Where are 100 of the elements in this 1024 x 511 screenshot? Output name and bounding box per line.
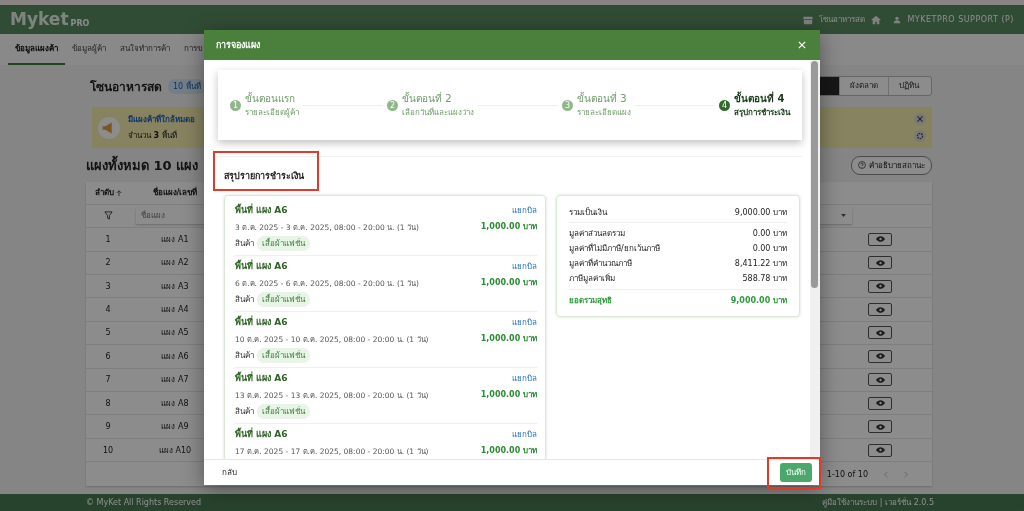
sort-arrow-icon[interactable]	[115, 189, 122, 196]
step-subtitle: สรุปการชำระเงิน	[734, 107, 790, 119]
back-button[interactable]: กลับ	[222, 466, 237, 479]
save-button[interactable]: บันทึก	[780, 463, 812, 482]
view-button[interactable]	[868, 303, 892, 317]
booking-title: พื้นที่ แผง A6	[235, 315, 288, 329]
logo-subtext: PRO	[70, 20, 90, 28]
view-button[interactable]	[868, 349, 892, 363]
step-subtitle: รายละเอียดผู้ค้า	[245, 107, 299, 119]
step-number: 1	[230, 99, 241, 111]
view-button[interactable]	[868, 396, 892, 410]
summary-label: มูลค่าส่วนลดรวม	[569, 228, 625, 240]
store-icon[interactable]	[803, 14, 814, 25]
split-bill-link[interactable]: แยกบิล	[512, 371, 537, 385]
count-badge: 10 พื้นที่	[168, 78, 206, 94]
summary-label: มูลค่าที่ไม่มีภาษี/ยกเว้นภาษี	[569, 242, 660, 255]
booking-price: 1,000.00 บาท	[480, 277, 537, 289]
alert-title: มีแผงค้าที่ใกล้หมดอ	[128, 113, 195, 126]
eye-icon	[875, 329, 885, 336]
table-cell-text: แผง A4	[160, 304, 190, 317]
table-cell-text: แผง A5	[160, 327, 190, 340]
nav-tab[interactable]: ข้อมูลแผงค้า	[8, 34, 65, 65]
split-bill-link[interactable]: แยกบิล	[512, 427, 537, 441]
eye-icon	[875, 283, 885, 290]
alert-text: จำนวน 3 พื้นที่	[128, 129, 178, 142]
user-icon	[893, 15, 902, 24]
summary-label: มูลค่าที่คำนวณภาษี	[569, 257, 632, 270]
eye-icon	[875, 400, 885, 407]
booking-price: 1,000.00 บาท	[480, 445, 537, 457]
product-tag: เสื้อผ้าแฟชั่น	[257, 348, 310, 363]
table-cell-text: 1	[104, 234, 112, 244]
highlight-frame	[767, 457, 821, 489]
table-cell-text: 5	[104, 328, 112, 338]
booking-price: 1,000.00 บาท	[480, 389, 537, 401]
step-number: 4	[719, 99, 730, 111]
split-bill-link[interactable]: แยกบิล	[512, 203, 537, 217]
view-button[interactable]	[868, 373, 892, 387]
table-cell-text: แผง A7	[160, 374, 190, 387]
view-toggle-button[interactable]: ผังตลาด	[839, 77, 888, 95]
table-cell-text: 7	[104, 375, 112, 385]
filter-icon[interactable]	[103, 211, 113, 221]
user-menu[interactable]: MYKETPRO SUPPORT (P)	[907, 15, 1014, 24]
step-title: ขั้นตอนแรก	[245, 91, 296, 106]
pagination-range: 1-10 of 10	[826, 469, 868, 479]
product-label: สินค้า	[235, 238, 254, 250]
table-cell-text: แผง A6	[160, 350, 190, 363]
split-bill-link[interactable]: แยกบิล	[512, 259, 537, 273]
summary-label: รวมเป็นเงิน	[569, 206, 607, 219]
view-button[interactable]	[868, 443, 892, 457]
scrollbar-thumb[interactable]	[811, 61, 818, 288]
eye-icon	[875, 353, 885, 360]
split-bill-link[interactable]: แยกบิล	[512, 315, 537, 329]
section-title: สรุปรายการชำระเงิน	[224, 170, 304, 183]
eye-icon	[875, 259, 885, 266]
summary-value: 8,411.22 บาท	[734, 258, 787, 270]
home-icon[interactable]	[871, 14, 882, 25]
product-tag: เสื้อผ้าแฟชั่น	[257, 404, 310, 419]
product-tag: เสื้อผ้าแฟชั่น	[257, 292, 310, 307]
eye-icon	[875, 423, 885, 430]
column-header[interactable]: ลำดับ	[86, 186, 130, 200]
zone-link[interactable]: โซนอาหารสด	[819, 13, 866, 26]
view-button[interactable]	[868, 232, 892, 246]
product-label: สินค้า	[235, 294, 254, 306]
table-cell-text: 6	[104, 351, 112, 361]
view-toggle-button[interactable]: ปฏิทิน	[888, 77, 931, 95]
booking-title: พื้นที่ แผง A6	[235, 371, 288, 385]
summary-label: ภาษีมูลค่าเพิ่ม	[569, 272, 615, 285]
table-cell-text: 10	[101, 445, 115, 455]
footer-links[interactable]: คู่มือใช้งานระบบ | เวอร์ชั่น 2.0.5	[822, 496, 934, 509]
step-subtitle: เลือกวันที่และแผงว่าง	[402, 106, 474, 119]
table-cell-text: 9	[104, 422, 112, 432]
eye-icon	[875, 447, 885, 453]
eye-icon	[875, 236, 885, 243]
table-cell-text: 3	[104, 281, 112, 291]
view-button[interactable]	[868, 279, 892, 293]
summary-value: 9,000.00 บาท	[730, 294, 787, 307]
step-title: ขั้นตอนที่ 3	[577, 91, 628, 106]
summary-value: 588.78 บาท	[742, 273, 787, 285]
booking-price: 1,000.00 บาท	[480, 221, 537, 233]
zone-title: โซนอาหารสด	[90, 78, 162, 96]
step-number: 2	[387, 99, 398, 111]
table-cell-text: แผง A9	[160, 421, 190, 434]
view-button[interactable]	[868, 420, 892, 434]
booking-title: พื้นที่ แผง A6	[235, 203, 288, 217]
close-icon[interactable]	[798, 41, 806, 49]
logo-text: Myket	[10, 11, 69, 28]
nav-tab[interactable]: ข้อมูลผู้ค้า	[65, 34, 113, 65]
summary-value: 0.00 บาท	[752, 243, 787, 255]
table-cell-text: แผง A8	[160, 397, 190, 410]
megaphone-icon	[98, 116, 120, 139]
step-title: ขั้นตอนที่ 4	[734, 91, 786, 106]
nav-tab[interactable]: สนใจทำการค้า	[113, 34, 177, 65]
caret-icon	[841, 214, 846, 218]
view-button[interactable]	[868, 256, 892, 270]
table-cell-text: 2	[104, 258, 112, 268]
close-icon[interactable]	[914, 113, 926, 125]
view-button[interactable]	[868, 326, 892, 340]
table-cell-text: 8	[104, 398, 112, 408]
status-help-button[interactable]: คำอธิบายสถานะ	[851, 155, 932, 175]
product-label: สินค้า	[235, 350, 254, 362]
